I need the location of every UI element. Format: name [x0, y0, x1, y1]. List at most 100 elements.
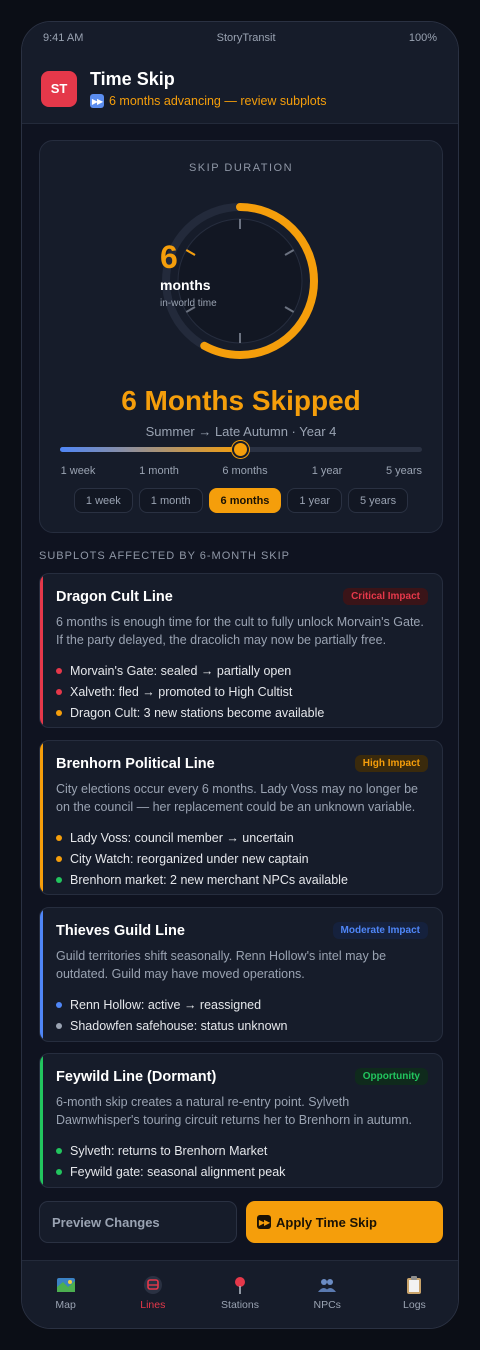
bullet-dot-icon	[56, 709, 62, 716]
tab-logs[interactable]: Logs	[371, 1261, 458, 1328]
tab-npcs[interactable]: NPCs	[284, 1261, 371, 1328]
apply-time-skip-button[interactable]: ▶▶ Apply Time Skip	[246, 1201, 443, 1243]
bullet-dot-icon	[56, 855, 62, 862]
subplot-description: 6-month skip creates a natural re-entry …	[56, 1095, 413, 1127]
subplot-header: Feywild Line (Dormant) Opportunity	[56, 1068, 428, 1085]
subplot-change-item: Sylveth: returns to Brenhorn Market	[56, 1140, 428, 1161]
subplot-header: Brenhorn Political Line High Impact	[56, 755, 428, 772]
subplot-description: City elections occur every 6 months. Lad…	[56, 782, 418, 814]
slider-tick-label: 1 week	[60, 465, 96, 477]
subtitle-text: 6 months advancing — review subplots	[109, 94, 327, 108]
subplot-card[interactable]: Brenhorn Political Line High Impact City e…	[39, 740, 443, 895]
page-subtitle: ▶▶ 6 months advancing — review subplots	[90, 94, 326, 108]
bullet-dot-icon	[56, 1168, 62, 1175]
duration-chip[interactable]: 1 week	[73, 488, 133, 513]
fast-forward-icon: ▶▶	[257, 1215, 271, 1229]
train-icon	[143, 1275, 163, 1295]
bullet-dot-icon	[56, 1147, 62, 1154]
impact-badge: Opportunity	[354, 1068, 428, 1085]
skip-duration-label: SKIP DURATION	[188, 162, 294, 174]
slider-tick-labels: 1 week 1 month 6 months 1 year 5 years	[40, 465, 442, 479]
subplot-changes: Lady Voss: council member → uncertain Cit…	[56, 827, 428, 890]
impact-badge: Critical Impact	[343, 588, 428, 605]
subplot-change-item: Morvain's Gate: sealed → partially open	[56, 660, 428, 681]
subplot-change-text: Dragon Cult: 3 new stations become avail…	[70, 705, 325, 720]
bullet-dot-icon	[56, 688, 62, 695]
subplot-description: Guild territories shift seasonally. Renn…	[56, 949, 387, 981]
preview-changes-button[interactable]: Preview Changes	[39, 1201, 237, 1243]
pin-icon	[230, 1275, 250, 1295]
subplot-changes: Morvain's Gate: sealed → partially open X…	[56, 660, 428, 723]
subplot-accent-bar	[40, 741, 43, 894]
fast-forward-icon: ▶▶	[90, 94, 104, 108]
tab-label: Lines	[140, 1299, 166, 1311]
skip-duration-card: SKIP DURATION 6 months in-world time 6 M…	[39, 140, 443, 533]
status-bar: 9:41 AM StoryTransit 100%	[22, 22, 458, 54]
phone-frame: 9:41 AM StoryTransit 100% ST Time Skip ▶…	[21, 21, 459, 1329]
bullet-dot-icon	[56, 1022, 62, 1029]
subplot-change-item: Feywild gate: seasonal alignment peak	[56, 1161, 428, 1182]
impact-badge: High Impact	[354, 755, 428, 772]
subplot-changes: Renn Hollow: active → reassigned Shadowfe…	[56, 994, 428, 1036]
subplot-accent-bar	[40, 1054, 43, 1187]
subplot-change-text: City Watch: reorganized under new captai…	[70, 851, 309, 866]
slider-thumb[interactable]	[232, 441, 249, 458]
subplot-change-text: Shadowfen safehouse: status unknown	[70, 1018, 288, 1033]
subplot-change-text: Sylveth: returns to Brenhorn Market	[70, 1143, 268, 1158]
subplot-accent-bar	[40, 908, 43, 1041]
tab-lines[interactable]: Lines	[109, 1261, 196, 1328]
subplot-change-item: Xalveth: fled → promoted to High Cultist	[56, 681, 428, 702]
duration-chip[interactable]: 5 years	[348, 488, 409, 513]
duration-chip[interactable]: 1 year	[287, 488, 342, 513]
people-icon	[317, 1275, 337, 1295]
section-title: SUBPLOTS AFFECTED BY 6-MONTH SKIP	[39, 550, 291, 562]
header: ST Time Skip ▶▶ 6 months advancing — rev…	[22, 54, 458, 124]
tab-label: Map	[55, 1299, 76, 1311]
duration-chip[interactable]: 6 months	[208, 488, 282, 513]
subplot-change-text: Renn Hollow: active → reassigned	[70, 997, 262, 1012]
subplot-header: Dragon Cult Line Critical Impact	[56, 588, 428, 605]
subplot-description: 6 months is enough time for the cult to …	[56, 615, 424, 647]
tab-stations[interactable]: Stations	[196, 1261, 283, 1328]
subplot-changes: Sylveth: returns to Brenhorn Market Feywi…	[56, 1140, 428, 1182]
duration-slider[interactable]	[60, 441, 422, 458]
skip-dial[interactable]	[160, 201, 320, 361]
duration-chips: 1 week 1 month 6 months 1 year 5 years	[40, 488, 442, 513]
impact-badge: Moderate Impact	[332, 922, 428, 939]
subplot-header: Thieves Guild Line Moderate Impact	[56, 922, 428, 939]
subplot-card[interactable]: Dragon Cult Line Critical Impact 6 months …	[39, 573, 443, 728]
status-time: 9:41 AM	[43, 32, 84, 44]
slider-fill	[60, 447, 241, 452]
subplot-card[interactable]: Thieves Guild Line Moderate Impact Guild t…	[39, 907, 443, 1042]
slider-tick-label: 1 month	[139, 465, 179, 477]
subplot-change-text: Feywild gate: seasonal alignment peak	[70, 1164, 286, 1179]
season-label: Summer → Late Autumn · Year 4	[145, 424, 337, 439]
subplot-title: Thieves Guild Line	[56, 922, 185, 939]
subplot-change-item: Renn Hollow: active → reassigned	[56, 994, 428, 1015]
status-app-name: StoryTransit	[216, 32, 276, 44]
subplot-change-item: Brenhorn market: 2 new merchant NPCs ava…	[56, 869, 428, 890]
tab-label: Stations	[221, 1299, 259, 1311]
slider-tick-label: 6 months	[222, 465, 268, 477]
apply-label: Apply Time Skip	[276, 1214, 377, 1230]
subplot-change-item: Dragon Cult: 3 new stations become avail…	[56, 702, 428, 723]
subplot-change-text: Lady Voss: council member → uncertain	[70, 830, 294, 845]
subplot-change-text: Morvain's Gate: sealed → partially open	[70, 663, 292, 678]
subplot-title: Brenhorn Political Line	[56, 755, 215, 772]
app-logo: ST	[41, 70, 77, 107]
duration-chip[interactable]: 1 month	[138, 488, 203, 513]
bullet-dot-icon	[56, 667, 62, 674]
tab-label: Logs	[403, 1299, 426, 1311]
dial-face	[177, 218, 303, 344]
subplot-card[interactable]: Feywild Line (Dormant) Opportunity 6-month…	[39, 1053, 443, 1188]
tab-label: NPCs	[313, 1299, 341, 1311]
skip-headline: 6 Months Skipped	[121, 385, 361, 416]
map-icon	[56, 1275, 76, 1295]
subplot-change-item: Lady Voss: council member → uncertain	[56, 827, 428, 848]
bullet-dot-icon	[56, 1001, 62, 1008]
slider-tick-label: 5 years	[385, 465, 423, 477]
tab-map[interactable]: Map	[22, 1261, 109, 1328]
subplot-change-text: Brenhorn market: 2 new merchant NPCs ava…	[70, 872, 348, 887]
subplot-change-item: City Watch: reorganized under new captai…	[56, 848, 428, 869]
subplot-change-item: Shadowfen safehouse: status unknown	[56, 1015, 428, 1036]
